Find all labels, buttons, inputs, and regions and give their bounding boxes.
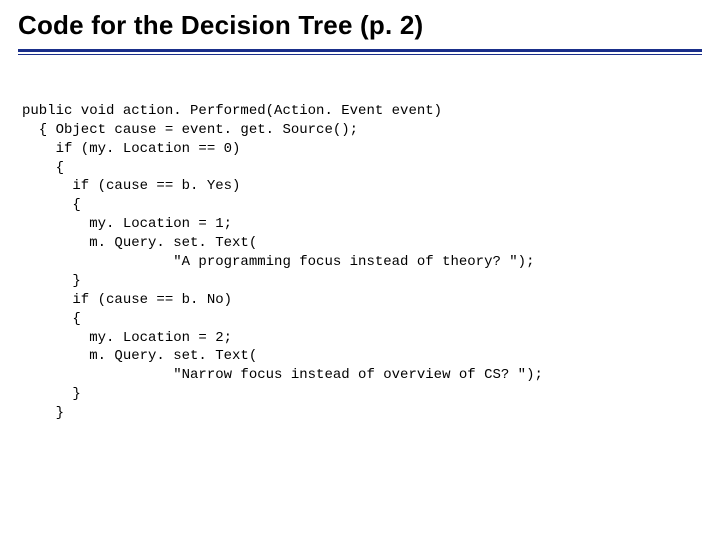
code-line: public void action. Performed(Action. Ev…: [22, 103, 442, 119]
code-block: public void action. Performed(Action. Ev…: [22, 83, 702, 442]
code-line: m. Query. set. Text(: [22, 235, 257, 251]
code-line: if (my. Location == 0): [22, 141, 240, 157]
code-line: { Object cause = event. get. Source();: [22, 122, 358, 138]
code-line: "Narrow focus instead of overview of CS?…: [22, 367, 543, 383]
code-line: "A programming focus instead of theory? …: [22, 254, 534, 270]
code-line: m. Query. set. Text(: [22, 348, 257, 364]
code-line: my. Location = 1;: [22, 216, 232, 232]
code-line: }: [22, 273, 81, 289]
code-line: if (cause == b. No): [22, 292, 232, 308]
title-rule: [18, 49, 702, 55]
slide: Code for the Decision Tree (p. 2) public…: [0, 0, 720, 540]
code-line: my. Location = 2;: [22, 330, 232, 346]
code-line: }: [22, 386, 81, 402]
slide-title: Code for the Decision Tree (p. 2): [18, 10, 702, 47]
code-line: {: [22, 311, 81, 327]
code-line: if (cause == b. Yes): [22, 178, 240, 194]
code-line: {: [22, 160, 64, 176]
code-line: {: [22, 197, 81, 213]
rule-thick: [18, 49, 702, 52]
code-line: }: [22, 405, 64, 421]
rule-thin: [18, 54, 702, 55]
